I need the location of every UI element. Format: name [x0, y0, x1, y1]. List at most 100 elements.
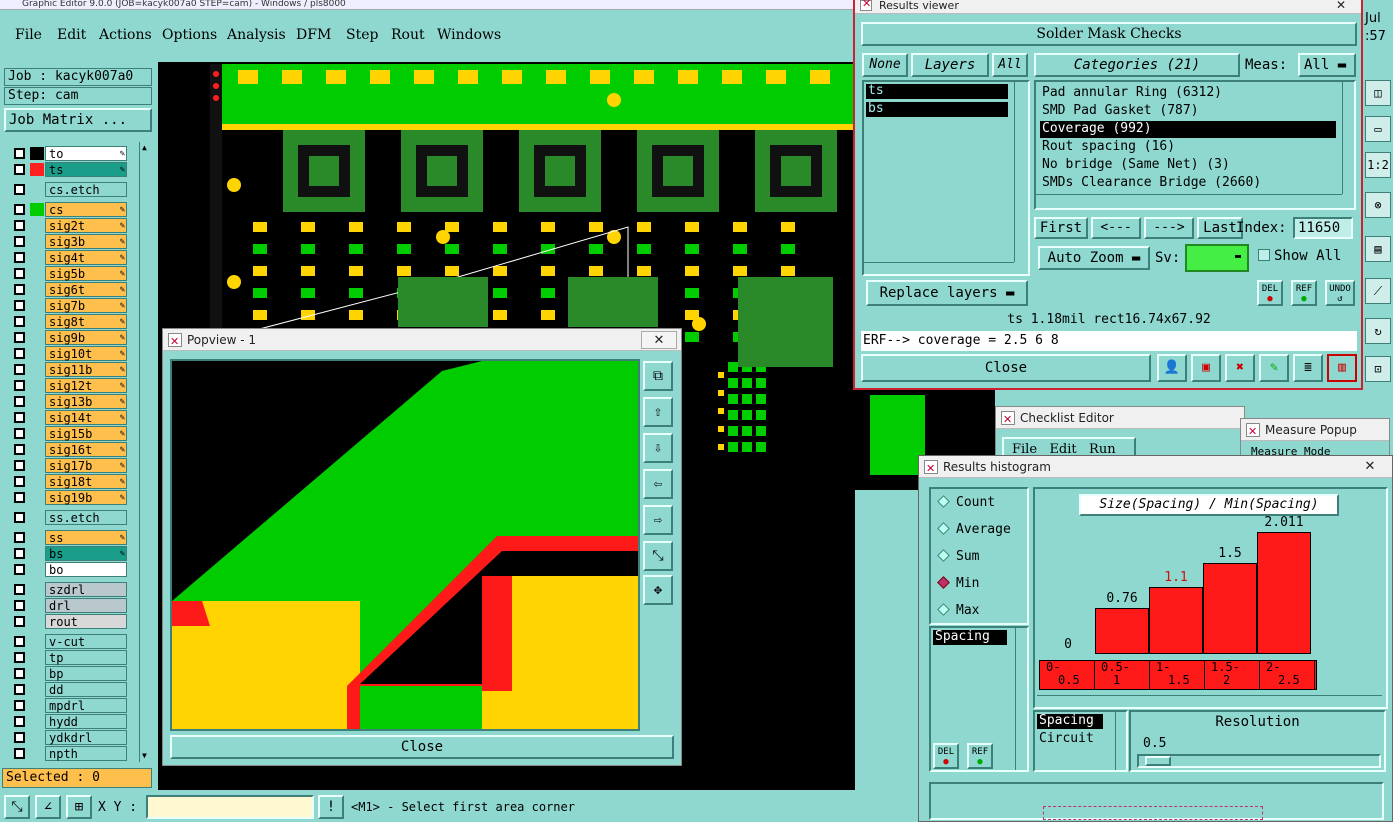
layer-checkbox[interactable]: [14, 512, 25, 523]
hist-del-button[interactable]: DEL ●: [933, 743, 959, 769]
layer-checkbox[interactable]: [14, 284, 25, 295]
layer-name[interactable]: sig15b: [45, 426, 127, 441]
layer-checkbox[interactable]: [14, 716, 25, 727]
zoom-out-icon[interactable]: ⤡: [643, 541, 673, 571]
mode-radio-average[interactable]: Average: [937, 522, 1011, 537]
layer-checkbox[interactable]: [14, 396, 25, 407]
menu-rout[interactable]: Rout: [391, 27, 425, 43]
layer-row-drl[interactable]: drl: [12, 598, 128, 613]
angle-tool-icon[interactable]: ∠: [35, 795, 61, 819]
menu-edit[interactable]: Edit: [57, 27, 86, 43]
all-layers-button[interactable]: All: [992, 53, 1028, 77]
edit-icon[interactable]: ✎: [1259, 354, 1289, 382]
layer-name[interactable]: sig12t: [45, 378, 127, 393]
mode-radio-sum[interactable]: Sum: [937, 549, 979, 564]
layer-checkbox[interactable]: [14, 148, 25, 159]
field-scrollbar[interactable]: [1015, 628, 1027, 770]
layer-name[interactable]: mpdrl: [45, 698, 127, 713]
alert-icon[interactable]: !: [318, 795, 344, 819]
layer-row-sig14t[interactable]: sig14t: [12, 410, 128, 425]
layer-name[interactable]: cs: [45, 202, 127, 217]
group-scrollbar[interactable]: [1115, 712, 1126, 770]
layer-name[interactable]: sig16t: [45, 442, 127, 457]
layer-row-v-cut[interactable]: v-cut: [12, 634, 128, 649]
popview-close-button[interactable]: Close: [170, 735, 674, 759]
layer-row-sig17b[interactable]: sig17b: [12, 458, 128, 473]
layer-name[interactable]: ydkdrl: [45, 730, 127, 745]
layer-checkbox[interactable]: [14, 532, 25, 543]
layer-checkbox[interactable]: [14, 636, 25, 647]
categories-hscrollbar[interactable]: [1036, 194, 1342, 208]
layer-row-sig3b[interactable]: sig3b: [12, 234, 128, 249]
next-button[interactable]: --->: [1144, 217, 1194, 239]
layer-checkbox[interactable]: [14, 616, 25, 627]
layer-name[interactable]: sig18t: [45, 474, 127, 489]
layer-row-bo[interactable]: bo: [12, 562, 128, 577]
layer-name[interactable]: sig3b: [45, 234, 127, 249]
layer-name[interactable]: sig8t: [45, 314, 127, 329]
snap-icon[interactable]: ⊗: [1365, 192, 1391, 218]
layer-row-bs[interactable]: bs: [12, 546, 128, 561]
layer-row-ss[interactable]: ss: [12, 530, 128, 545]
layer-row-sig9b[interactable]: sig9b: [12, 330, 128, 345]
layers-scrollbar[interactable]: [1014, 82, 1026, 262]
layer-row-to[interactable]: to: [12, 146, 128, 161]
layer-name[interactable]: rout: [45, 614, 127, 629]
category-item[interactable]: Pad annular Ring (6312): [1040, 85, 1222, 102]
undo-button[interactable]: UNDO ↺: [1325, 280, 1355, 306]
ruler-icon[interactable]: ▤: [1365, 236, 1391, 262]
results-close-button[interactable]: Close: [861, 354, 1151, 382]
layer-checkbox[interactable]: [14, 564, 25, 575]
field-item[interactable]: Spacing: [933, 630, 1007, 645]
layer-checkbox[interactable]: [14, 548, 25, 559]
layer-checkbox[interactable]: [14, 184, 25, 195]
menu-options[interactable]: Options: [162, 27, 217, 43]
histogram-bar[interactable]: [1203, 563, 1257, 654]
layer-row-ss.etch[interactable]: ss.etch: [12, 510, 128, 525]
layer-checkbox[interactable]: [14, 268, 25, 279]
layer-name[interactable]: npth: [45, 746, 127, 761]
layer-name[interactable]: tp: [45, 650, 127, 665]
layer-checkbox[interactable]: [14, 600, 25, 611]
layer-row-sig19b[interactable]: sig19b: [12, 490, 128, 505]
layer-name[interactable]: bs: [45, 546, 127, 561]
layer-name[interactable]: bp: [45, 666, 127, 681]
layer-name[interactable]: hydd: [45, 714, 127, 729]
layer-name[interactable]: sig2t: [45, 218, 127, 233]
layer-row-npth[interactable]: npth: [12, 746, 128, 761]
histogram-bar[interactable]: [1095, 608, 1149, 654]
close-icon[interactable]: ✕: [641, 331, 677, 349]
layer-name[interactable]: sig11b: [45, 362, 127, 377]
measure-icon[interactable]: ⟋: [1365, 278, 1391, 304]
layer-name[interactable]: dd: [45, 682, 127, 697]
layer-name[interactable]: sig4t: [45, 250, 127, 265]
layer-checkbox[interactable]: [14, 584, 25, 595]
layer-name[interactable]: cs.etch: [45, 182, 127, 197]
layer-checkbox[interactable]: [14, 300, 25, 311]
pan-right-icon[interactable]: ⇨: [643, 505, 673, 535]
layer-name[interactable]: to: [45, 146, 127, 161]
scroll-down-icon[interactable]: ▼: [142, 752, 151, 760]
menu-file[interactable]: File: [15, 27, 42, 43]
layer-checkbox[interactable]: [14, 460, 25, 471]
histogram-icon[interactable]: ▥: [1327, 354, 1357, 382]
layer-checkbox[interactable]: [14, 348, 25, 359]
close-icon[interactable]: ✕: [1350, 458, 1390, 476]
layer-name[interactable]: sig5b: [45, 266, 127, 281]
layer-row-sig15b[interactable]: sig15b: [12, 426, 128, 441]
menu-step[interactable]: Step: [346, 27, 378, 43]
layer-name[interactable]: sig19b: [45, 490, 127, 505]
group-item[interactable]: Circuit: [1037, 732, 1107, 747]
layer-row-rout[interactable]: rout: [12, 614, 128, 629]
layer-checkbox[interactable]: [14, 164, 25, 175]
layer-checkbox[interactable]: [14, 428, 25, 439]
layer-row-sig16t[interactable]: sig16t: [12, 442, 128, 457]
zoom-icon[interactable]: ◫: [1365, 80, 1391, 106]
category-item[interactable]: SMD Pad Gasket (787): [1040, 103, 1199, 120]
layer-row-mpdrl[interactable]: mpdrl: [12, 698, 128, 713]
histogram-bar[interactable]: [1149, 587, 1203, 654]
layer-name[interactable]: v-cut: [45, 634, 127, 649]
layer-checkbox[interactable]: [14, 492, 25, 503]
ref-button[interactable]: REF ●: [1291, 280, 1317, 306]
replace-layers-button[interactable]: Replace layers ▬: [866, 280, 1028, 306]
